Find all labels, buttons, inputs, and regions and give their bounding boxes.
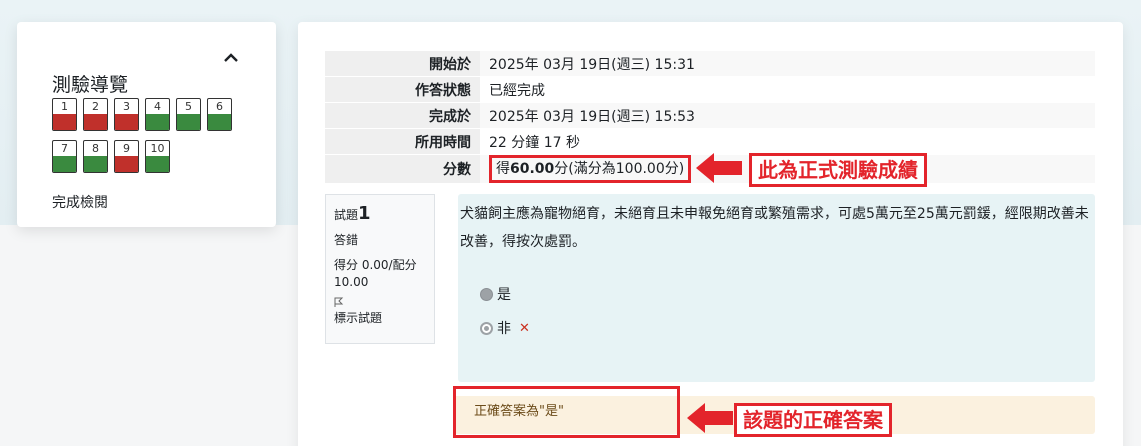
question-nav-button-6[interactable]: 6 — [207, 98, 232, 131]
option-no[interactable]: 非 ✕ — [480, 318, 530, 338]
question-state-indicator — [146, 156, 169, 172]
summary-value: 2025年 03月 19日(週三) 15:53 — [480, 102, 1095, 129]
radio-icon[interactable] — [480, 287, 493, 301]
arrow-left-icon — [696, 153, 742, 183]
summary-label: 開始於 — [325, 50, 480, 77]
grade-suffix: 分(滿分為100.00分) — [554, 161, 685, 177]
question-state-indicator — [84, 114, 107, 130]
question-nav-number: 3 — [123, 100, 130, 113]
question-nav-button-5[interactable]: 5 — [176, 98, 201, 131]
question-nav-number: 4 — [154, 100, 161, 113]
question-number-prefix: 試題 — [334, 208, 359, 222]
question-state-indicator — [115, 156, 138, 172]
summary-label: 所用時間 — [325, 128, 480, 155]
question-state-indicator — [146, 114, 169, 130]
question-nav-number: 2 — [92, 100, 99, 113]
arrow-left-icon — [687, 403, 733, 433]
summary-value: 已經完成 — [480, 76, 1095, 103]
flag-icon[interactable] — [334, 297, 344, 307]
summary-row-completed: 完成於 2025年 03月 19日(週三) 15:53 — [325, 102, 1095, 129]
incorrect-icon: ✕ — [519, 320, 530, 336]
flag-question-link[interactable]: 標示試題 — [334, 309, 426, 326]
question-mark: 得分 0.00/配分 10.00 — [334, 258, 417, 289]
question-status: 答錯 — [334, 233, 359, 247]
question-nav-number: 7 — [61, 142, 68, 155]
quiz-navigation-block: 測驗導覽 1 2 3 4 5 6 7 8 9 10 完成檢閱 — [17, 22, 276, 227]
grade-prefix: 得 — [496, 161, 510, 177]
question-nav-button-2[interactable]: 2 — [83, 98, 108, 131]
question-nav-button-10[interactable]: 10 — [145, 140, 170, 173]
question-info: 試題1 答錯 得分 0.00/配分 10.00 標示試題 — [325, 194, 435, 344]
question-number-value: 1 — [358, 203, 371, 224]
question-nav-number: 10 — [150, 142, 165, 155]
chevron-up-icon[interactable] — [223, 50, 239, 66]
summary-label: 作答狀態 — [325, 76, 480, 103]
finish-review-link[interactable]: 完成檢閱 — [52, 192, 108, 212]
question-nav-button-9[interactable]: 9 — [114, 140, 139, 173]
question-state-indicator — [208, 114, 231, 130]
question-state-indicator — [53, 156, 76, 172]
summary-row-started: 開始於 2025年 03月 19日(週三) 15:31 — [325, 50, 1095, 77]
grade-annotation-label: 此為正式測驗成績 — [749, 153, 927, 187]
summary-row-state: 作答狀態 已經完成 — [325, 76, 1095, 103]
option-label: 非 — [497, 321, 511, 337]
question-number: 試題1 — [334, 203, 426, 224]
question-text: 犬貓飼主應為寵物絕育，未絕育且未申報免絕育或繁殖需求，可處5萬元至25萬元罰鍰，… — [460, 206, 1089, 250]
question-nav-number: 1 — [61, 100, 68, 113]
quiz-navigation-title: 測驗導覽 — [52, 74, 129, 96]
right-answer-highlight: 正確答案為"是" — [453, 386, 680, 438]
question-state-indicator — [177, 114, 200, 130]
option-label: 是 — [497, 287, 511, 303]
summary-label: 完成於 — [325, 102, 480, 129]
review-main: 開始於 2025年 03月 19日(週三) 15:31 作答狀態 已經完成 完成… — [298, 22, 1123, 446]
grade-value: 60.00 — [510, 161, 555, 177]
summary-row-time-taken: 所用時間 22 分鐘 17 秒 — [325, 128, 1095, 155]
question-nav-button-1[interactable]: 1 — [52, 98, 77, 131]
grade-highlight-box: 得60.00分(滿分為100.00分) — [489, 155, 692, 183]
question-nav-number: 6 — [216, 100, 223, 113]
question-nav-button-7[interactable]: 7 — [52, 140, 77, 173]
question-nav-number: 8 — [92, 142, 99, 155]
question-state-indicator — [53, 114, 76, 130]
question-state-indicator — [115, 114, 138, 130]
summary-label: 分數 — [325, 154, 480, 183]
question-nav-button-4[interactable]: 4 — [145, 98, 170, 131]
question-nav-number: 5 — [185, 100, 192, 113]
option-yes[interactable]: 是 — [480, 284, 511, 304]
summary-value: 2025年 03月 19日(週三) 15:31 — [480, 50, 1095, 77]
radio-selected-icon[interactable] — [480, 321, 493, 335]
question-nav-button-3[interactable]: 3 — [114, 98, 139, 131]
question-nav-number: 9 — [123, 142, 130, 155]
question-content: 犬貓飼主應為寵物絕育，未絕育且未申報免絕育或繁殖需求，可處5萬元至25萬元罰鍰，… — [458, 194, 1095, 382]
question-nav-button-8[interactable]: 8 — [83, 140, 108, 173]
answer-annotation-label: 該題的正確答案 — [734, 403, 892, 437]
question-state-indicator — [84, 156, 107, 172]
summary-value: 22 分鐘 17 秒 — [480, 128, 1095, 155]
